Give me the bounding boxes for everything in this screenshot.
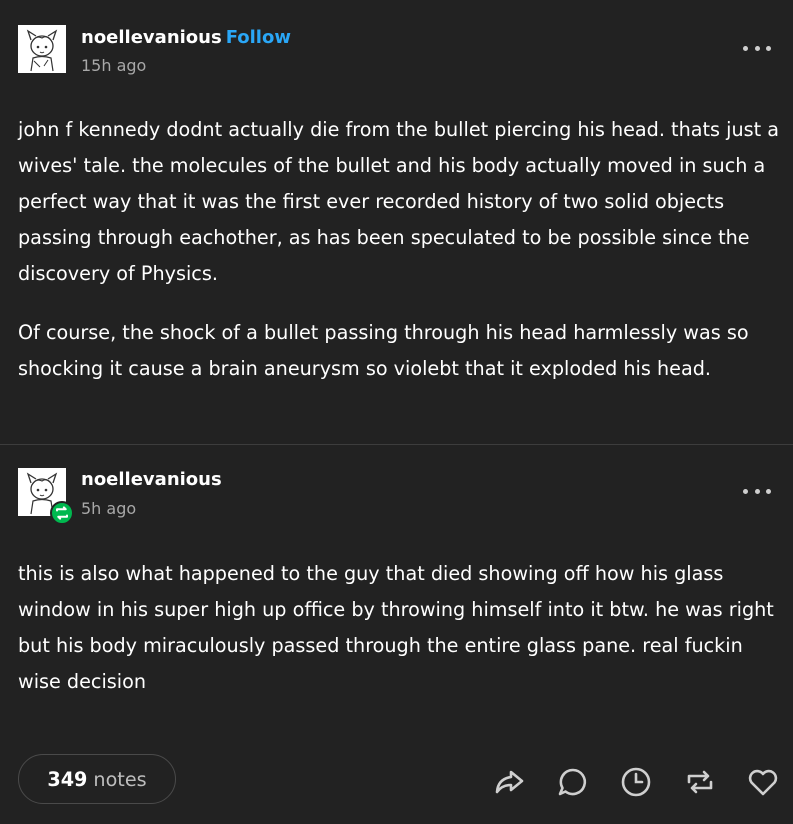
post-paragraph: john f kennedy dodnt actually die from t… — [18, 118, 779, 285]
reblog-badge-icon — [50, 501, 74, 525]
reblog-body: this is also what happened to the guy th… — [18, 556, 780, 700]
avatar[interactable] — [18, 468, 74, 525]
post-author: noellevanious Follow — [81, 27, 291, 48]
share-icon[interactable] — [492, 765, 526, 799]
reblog-author[interactable]: noellevanious — [81, 469, 222, 490]
post-paragraph: Of course, the shock of a bullet passing… — [18, 321, 749, 380]
reblog-paragraph: this is also what happened to the guy th… — [18, 562, 774, 693]
more-options-icon[interactable] — [743, 483, 771, 499]
follow-button[interactable]: Follow — [226, 27, 291, 48]
post-actions — [0, 765, 793, 799]
original-post: noellevanious Follow 15h ago john f kenne… — [0, 0, 793, 444]
reblog-timestamp[interactable]: 5h ago — [81, 499, 136, 518]
reply-icon[interactable] — [556, 765, 590, 799]
post-body: john f kennedy dodnt actually die from t… — [18, 112, 780, 387]
avatar-image — [18, 25, 66, 73]
more-options-icon[interactable] — [743, 40, 771, 56]
avatar[interactable] — [18, 25, 66, 73]
reblog-icon[interactable] — [683, 765, 717, 799]
heart-icon[interactable] — [746, 765, 780, 799]
post-timestamp[interactable]: 15h ago — [81, 56, 146, 75]
reblog-post: noellevanious 5h ago this is also what h… — [0, 444, 793, 824]
clock-icon[interactable] — [619, 765, 653, 799]
author-name[interactable]: noellevanious — [81, 27, 222, 48]
